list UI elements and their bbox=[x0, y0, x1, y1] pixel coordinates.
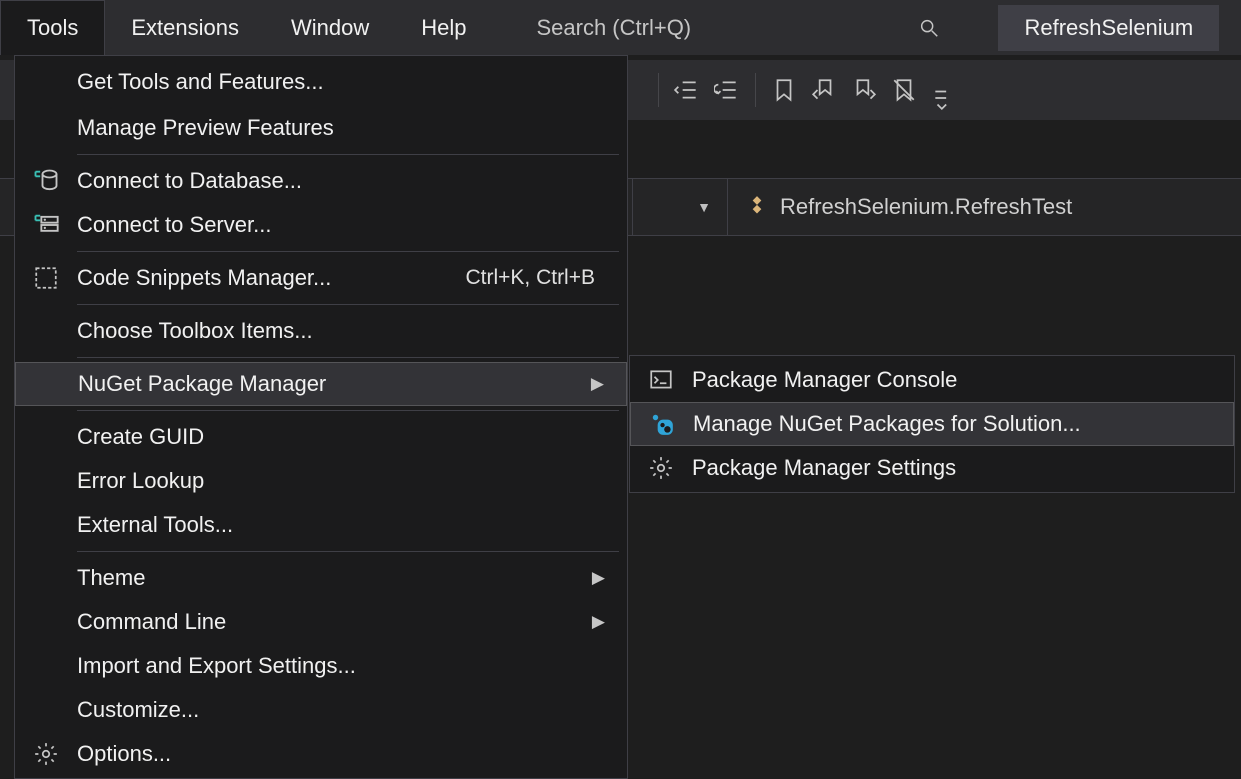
menu-separator bbox=[77, 410, 619, 411]
toolbar-separator bbox=[658, 73, 659, 107]
menu-separator bbox=[77, 251, 619, 252]
menu-create-guid[interactable]: Create GUID bbox=[15, 415, 627, 459]
menu-shortcut: Ctrl+K, Ctrl+B bbox=[465, 266, 609, 290]
search-icon bbox=[918, 17, 940, 39]
menu-theme[interactable]: Theme ▶ bbox=[15, 556, 627, 600]
menu-separator bbox=[77, 551, 619, 552]
menu-manage-preview-features[interactable]: Manage Preview Features bbox=[15, 106, 627, 150]
menu-connect-server[interactable]: Connect to Server... bbox=[15, 203, 627, 247]
indent-icon[interactable] bbox=[707, 72, 747, 108]
menu-customize[interactable]: Customize... bbox=[15, 688, 627, 732]
submenu-manage-nuget-packages[interactable]: Manage NuGet Packages for Solution... bbox=[630, 402, 1234, 446]
project-selector-label: RefreshSelenium bbox=[1024, 15, 1193, 41]
search-input[interactable]: Search (Ctrl+Q) bbox=[522, 6, 954, 50]
menu-help[interactable]: Help bbox=[395, 0, 492, 55]
menu-import-export-settings[interactable]: Import and Export Settings... bbox=[15, 644, 627, 688]
menu-nuget-package-manager[interactable]: NuGet Package Manager ▶ bbox=[15, 362, 627, 406]
submenu-package-manager-console[interactable]: Package Manager Console bbox=[630, 358, 1234, 402]
menu-error-lookup[interactable]: Error Lookup bbox=[15, 459, 627, 503]
nuget-icon bbox=[631, 411, 693, 437]
snippets-icon bbox=[15, 265, 77, 291]
menu-get-tools-features[interactable]: Get Tools and Features... bbox=[15, 58, 627, 106]
bookmark-clear-icon[interactable] bbox=[884, 72, 924, 108]
database-icon bbox=[15, 167, 77, 195]
breadcrumb-class[interactable]: RefreshSelenium.RefreshTest bbox=[728, 179, 1241, 235]
class-icon bbox=[744, 194, 770, 220]
bookmark-prev-icon[interactable] bbox=[804, 72, 844, 108]
menu-external-tools[interactable]: External Tools... bbox=[15, 503, 627, 547]
bookmark-next-icon[interactable] bbox=[844, 72, 884, 108]
menu-options[interactable]: Options... bbox=[15, 732, 627, 776]
menu-choose-toolbox-items[interactable]: Choose Toolbox Items... bbox=[15, 309, 627, 353]
menu-tools[interactable]: Tools bbox=[0, 0, 105, 55]
bookmark-icon[interactable] bbox=[764, 72, 804, 108]
chevron-down-icon[interactable]: ▼ bbox=[697, 199, 711, 215]
server-icon bbox=[15, 211, 77, 239]
menu-command-line[interactable]: Command Line ▶ bbox=[15, 600, 627, 644]
search-placeholder: Search (Ctrl+Q) bbox=[536, 15, 691, 41]
nuget-submenu: Package Manager Console Manage NuGet Pac… bbox=[629, 355, 1235, 493]
gear-icon bbox=[630, 455, 692, 481]
submenu-arrow-icon: ▶ bbox=[592, 612, 609, 632]
menu-separator bbox=[77, 357, 619, 358]
submenu-arrow-icon: ▶ bbox=[592, 568, 609, 588]
toolbar-separator bbox=[755, 73, 756, 107]
menu-separator bbox=[77, 304, 619, 305]
submenu-package-manager-settings[interactable]: Package Manager Settings bbox=[630, 446, 1234, 490]
submenu-arrow-icon: ▶ bbox=[591, 374, 608, 394]
project-selector-button[interactable]: RefreshSelenium bbox=[998, 5, 1219, 51]
console-icon bbox=[630, 367, 692, 393]
menu-connect-database[interactable]: Connect to Database... bbox=[15, 159, 627, 203]
menu-extensions[interactable]: Extensions bbox=[105, 0, 265, 55]
gear-icon bbox=[15, 741, 77, 767]
menu-window[interactable]: Window bbox=[265, 0, 395, 55]
toolbar-overflow-icon[interactable] bbox=[924, 80, 964, 116]
tools-dropdown: Get Tools and Features... Manage Preview… bbox=[14, 55, 628, 779]
outdent-icon[interactable] bbox=[667, 72, 707, 108]
menubar: Tools Extensions Window Help Search (Ctr… bbox=[0, 0, 1241, 55]
menu-separator bbox=[77, 154, 619, 155]
breadcrumb-class-label: RefreshSelenium.RefreshTest bbox=[780, 194, 1072, 220]
menu-code-snippets-manager[interactable]: Code Snippets Manager... Ctrl+K, Ctrl+B bbox=[15, 256, 627, 300]
